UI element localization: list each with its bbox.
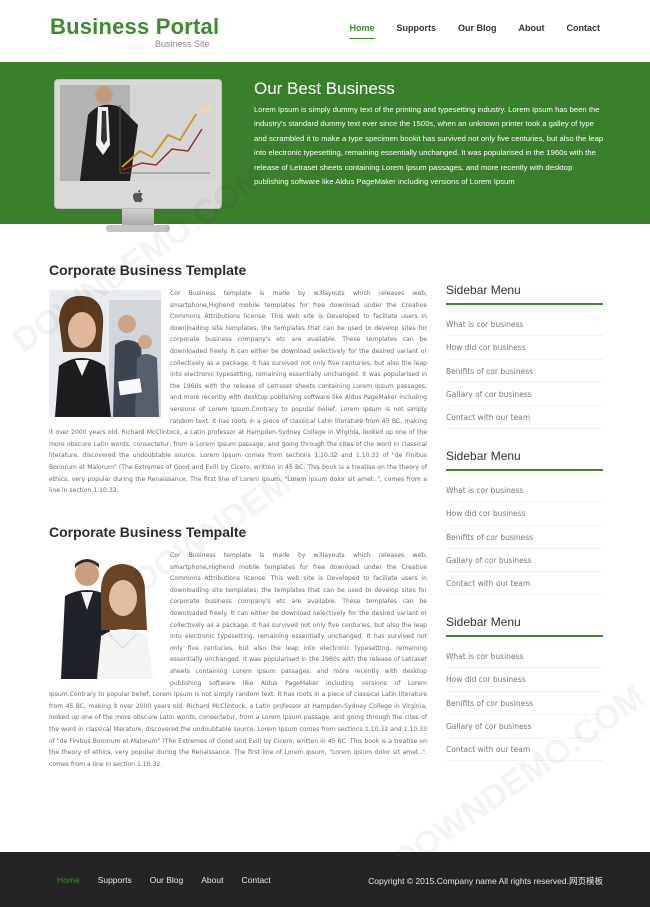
site-header: Business Portal Business Site Home Suppo…: [0, 0, 650, 62]
footer-nav-supports[interactable]: Supports: [98, 875, 132, 885]
business-couple-photo: [49, 552, 161, 679]
main-nav: Home Supports Our Blog About Contact: [349, 23, 600, 39]
sidebar-item-gallary[interactable]: Gallary of cor business: [446, 383, 603, 407]
sidebar-item-what-is[interactable]: What is cor business: [446, 313, 603, 337]
banner-title: Our Best Business: [254, 79, 395, 98]
monitor-screen-image: [60, 85, 216, 181]
site-logo[interactable]: Business Portal: [50, 14, 219, 40]
business-chart-photo: [60, 85, 216, 181]
sidebar-item-what-is[interactable]: What is cor business: [446, 645, 603, 669]
banner-text: Lorem Ipsum is simply dummy text of the …: [254, 105, 604, 187]
footer-nav: Home Supports Our Blog About Contact: [57, 875, 271, 885]
footer-nav-home[interactable]: Home: [57, 875, 80, 885]
copyright-text: Copyright © 2015.Company name All rights…: [368, 876, 603, 886]
nav-supports[interactable]: Supports: [397, 23, 437, 39]
sidebar-item-contact[interactable]: Contact with our team: [446, 406, 603, 430]
sidebar-item-benifits[interactable]: Benifits of cor business: [446, 360, 603, 383]
monitor-image: [54, 79, 222, 234]
sidebar-menu-2: Sidebar Menu What is cor business How di…: [446, 449, 603, 596]
sidebar-item-what-is[interactable]: What is cor business: [446, 479, 603, 503]
sidebar-item-gallary[interactable]: Gallary of cor business: [446, 549, 603, 573]
site-footer: Home Supports Our Blog About Contact Cop…: [0, 852, 650, 907]
sidebar-item-gallary[interactable]: Gallary of cor business: [446, 715, 603, 739]
article-body-wrapper: Cor Business template is made by w3layou…: [49, 550, 427, 770]
sidebar-item-how-did[interactable]: How did cor business: [446, 502, 603, 526]
nav-contact[interactable]: Contact: [567, 23, 601, 39]
nav-home[interactable]: Home: [349, 23, 375, 39]
sidebar-title: Sidebar Menu: [446, 449, 603, 471]
article-title: Corporate Business Tempalte: [49, 524, 247, 540]
article-2: Corporate Business Tempalte Cor Business…: [49, 524, 427, 770]
monitor-base: [106, 225, 170, 232]
sidebar-item-how-did[interactable]: How did cor business: [446, 336, 603, 360]
sidebar-item-benifits[interactable]: Benifits of cor business: [446, 526, 603, 549]
sidebar-title: Sidebar Menu: [446, 615, 603, 637]
article-title: Corporate Business Template: [49, 262, 247, 278]
monitor-stand: [122, 209, 154, 225]
monitor-chin: [54, 183, 222, 209]
sidebar-menu-1: Sidebar Menu What is cor business How di…: [446, 283, 603, 430]
business-woman-photo: [49, 290, 161, 417]
sidebar-item-contact[interactable]: Contact with our team: [446, 572, 603, 596]
nav-about[interactable]: About: [519, 23, 545, 39]
sidebar-item-how-did[interactable]: How did cor business: [446, 668, 603, 692]
article-body-wrapper: Cor Business template is made by w3layou…: [49, 288, 427, 497]
sidebar-item-benifits[interactable]: Benifits of cor business: [446, 692, 603, 715]
apple-logo-icon: [132, 189, 143, 203]
site-tagline: Business Site: [155, 39, 210, 49]
sidebar-item-contact[interactable]: Contact with our team: [446, 738, 603, 762]
sidebar-title: Sidebar Menu: [446, 283, 603, 305]
article-1: Corporate Business Template Cor Business…: [49, 262, 427, 497]
footer-nav-about[interactable]: About: [201, 875, 223, 885]
footer-nav-contact[interactable]: Contact: [241, 875, 270, 885]
nav-our-blog[interactable]: Our Blog: [458, 23, 497, 39]
footer-nav-our-blog[interactable]: Our Blog: [150, 875, 184, 885]
sidebar-menu-3: Sidebar Menu What is cor business How di…: [446, 615, 603, 762]
